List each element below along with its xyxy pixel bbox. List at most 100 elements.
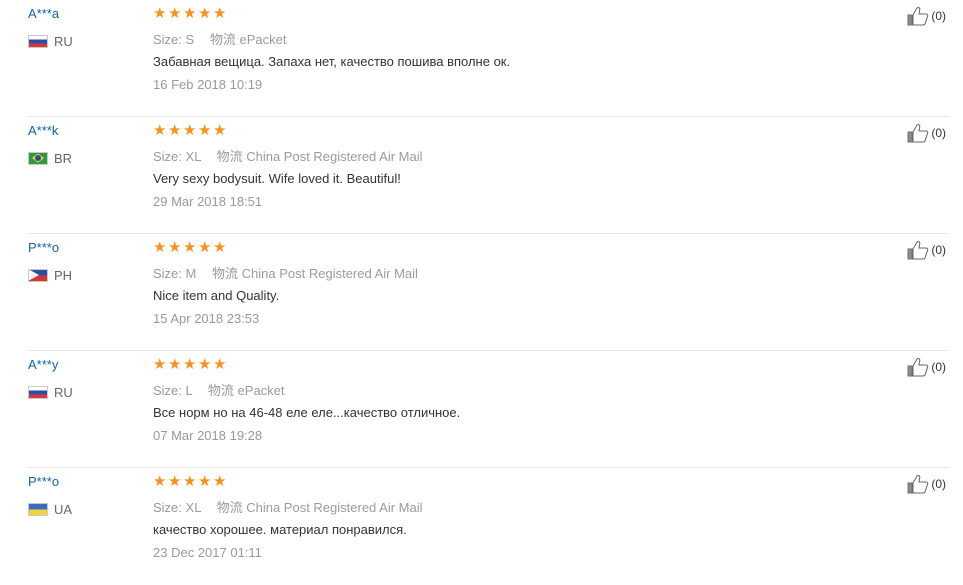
logistics-label: 物流	[216, 149, 243, 164]
helpful-button[interactable]: (0)	[907, 357, 946, 377]
helpful-button[interactable]: (0)	[907, 240, 946, 260]
star-icon: ★	[183, 4, 197, 22]
star-icon: ★	[153, 121, 167, 139]
star-icon: ★	[168, 472, 182, 490]
shipping-method: ePacket	[237, 383, 285, 398]
size-label: Size:	[153, 32, 182, 47]
review-date: 16 Feb 2018 10:19	[153, 77, 263, 92]
size-label: Size:	[153, 383, 182, 398]
star-icon: ★	[183, 121, 197, 139]
buyer-name[interactable]: A***k	[28, 123, 58, 138]
buyer-country: PH	[28, 267, 72, 283]
ph-flag-icon	[28, 268, 48, 282]
order-info: Size: M 物流 China Post Registered Air Mai…	[153, 263, 418, 282]
star-rating: ★ ★ ★ ★ ★	[153, 474, 228, 489]
review-text: качество хорошее. материал понравился.	[153, 522, 407, 537]
star-rating: ★ ★ ★ ★ ★	[153, 123, 228, 138]
thumbs-up-icon	[907, 475, 929, 494]
buyer-name[interactable]: P***o	[28, 240, 59, 255]
order-info: Size: XL 物流 China Post Registered Air Ma…	[153, 146, 423, 165]
star-icon: ★	[213, 472, 227, 490]
helpful-count: (0)	[931, 360, 946, 374]
star-icon: ★	[183, 472, 197, 490]
size-value: XL	[185, 149, 201, 164]
country-code: RU	[54, 384, 73, 400]
size-value: M	[185, 266, 197, 281]
star-icon: ★	[153, 355, 167, 373]
review-item: A***k BR ★ ★ ★ ★ ★ Size: XL 物流 China Post Re…	[27, 117, 948, 234]
star-icon: ★	[153, 238, 167, 256]
star-icon: ★	[198, 355, 212, 373]
size-value: L	[185, 383, 193, 398]
buyer-country: RU	[28, 384, 73, 400]
buyer-country: UA	[28, 501, 72, 517]
star-icon: ★	[198, 238, 212, 256]
helpful-count: (0)	[931, 477, 946, 491]
size-label: Size:	[153, 500, 182, 515]
helpful-count: (0)	[931, 126, 946, 140]
logistics-label: 物流	[216, 500, 243, 515]
shipping-method: ePacket	[239, 32, 287, 47]
star-icon: ★	[213, 238, 227, 256]
buyer-name[interactable]: A***y	[28, 357, 58, 372]
country-code: BR	[54, 150, 73, 166]
star-icon: ★	[168, 355, 182, 373]
review-date: 23 Dec 2017 01:11	[153, 545, 262, 560]
star-rating: ★ ★ ★ ★ ★	[153, 357, 228, 372]
star-icon: ★	[153, 472, 167, 490]
ru-flag-icon	[28, 385, 48, 399]
buyer-country: RU	[28, 33, 73, 49]
star-icon: ★	[198, 121, 212, 139]
ua-flag-icon	[28, 502, 48, 516]
review-text: Все норм но на 46-48 еле еле...качество …	[153, 405, 461, 420]
star-icon: ★	[213, 355, 227, 373]
thumbs-up-icon	[907, 7, 929, 26]
review-text: Very sexy bodysuit. Wife loved it. Beaut…	[153, 171, 401, 186]
star-icon: ★	[168, 4, 182, 22]
helpful-button[interactable]: (0)	[907, 123, 946, 143]
size-label: Size:	[153, 149, 182, 164]
star-icon: ★	[198, 472, 212, 490]
star-icon: ★	[198, 4, 212, 22]
logistics-label: 物流	[209, 32, 236, 47]
review-item: P***o PH ★ ★ ★ ★ ★ Size: M 物流 China Post Reg…	[27, 234, 948, 351]
shipping-method: China Post Registered Air Mail	[241, 266, 418, 281]
thumbs-up-icon	[907, 124, 929, 143]
star-icon: ★	[168, 121, 182, 139]
shipping-method: China Post Registered Air Mail	[246, 500, 423, 515]
country-code: RU	[54, 33, 73, 49]
country-code: PH	[54, 267, 73, 283]
helpful-button[interactable]: (0)	[907, 474, 946, 494]
review-date: 07 Mar 2018 19:28	[153, 428, 263, 443]
size-value: XL	[185, 500, 201, 515]
review-date: 15 Apr 2018 23:53	[153, 311, 260, 326]
star-icon: ★	[168, 238, 182, 256]
shipping-method: China Post Registered Air Mail	[246, 149, 423, 164]
order-info: Size: XL 物流 China Post Registered Air Ma…	[153, 497, 423, 516]
helpful-count: (0)	[931, 9, 946, 23]
order-info: Size: S 物流 ePacket	[153, 29, 286, 48]
star-icon: ★	[183, 355, 197, 373]
order-info: Size: L 物流 ePacket	[153, 380, 285, 399]
size-value: S	[185, 32, 195, 47]
buyer-name[interactable]: A***a	[28, 6, 59, 21]
review-item: P***o UA ★ ★ ★ ★ ★ Size: XL 物流 China Post Re…	[27, 468, 948, 585]
br-flag-icon	[28, 151, 48, 165]
buyer-name[interactable]: P***o	[28, 474, 59, 489]
size-label: Size:	[153, 266, 182, 281]
star-rating: ★ ★ ★ ★ ★	[153, 6, 228, 21]
star-icon: ★	[213, 4, 227, 22]
star-rating: ★ ★ ★ ★ ★	[153, 240, 228, 255]
review-text: Забавная вещица. Запаха нет, качество по…	[153, 54, 511, 69]
country-code: UA	[54, 501, 73, 517]
review-list: A***a RU ★ ★ ★ ★ ★ Size: S 物流 ePacket Забавн…	[0, 0, 963, 571]
helpful-count: (0)	[931, 243, 946, 257]
review-item: A***a RU ★ ★ ★ ★ ★ Size: S 物流 ePacket Забавн…	[27, 0, 948, 117]
thumbs-up-icon	[907, 241, 929, 260]
star-icon: ★	[183, 238, 197, 256]
star-icon: ★	[213, 121, 227, 139]
review-date: 29 Mar 2018 18:51	[153, 194, 263, 209]
review-text: Nice item and Quality.	[153, 288, 280, 303]
logistics-label: 物流	[207, 383, 234, 398]
helpful-button[interactable]: (0)	[907, 6, 946, 26]
